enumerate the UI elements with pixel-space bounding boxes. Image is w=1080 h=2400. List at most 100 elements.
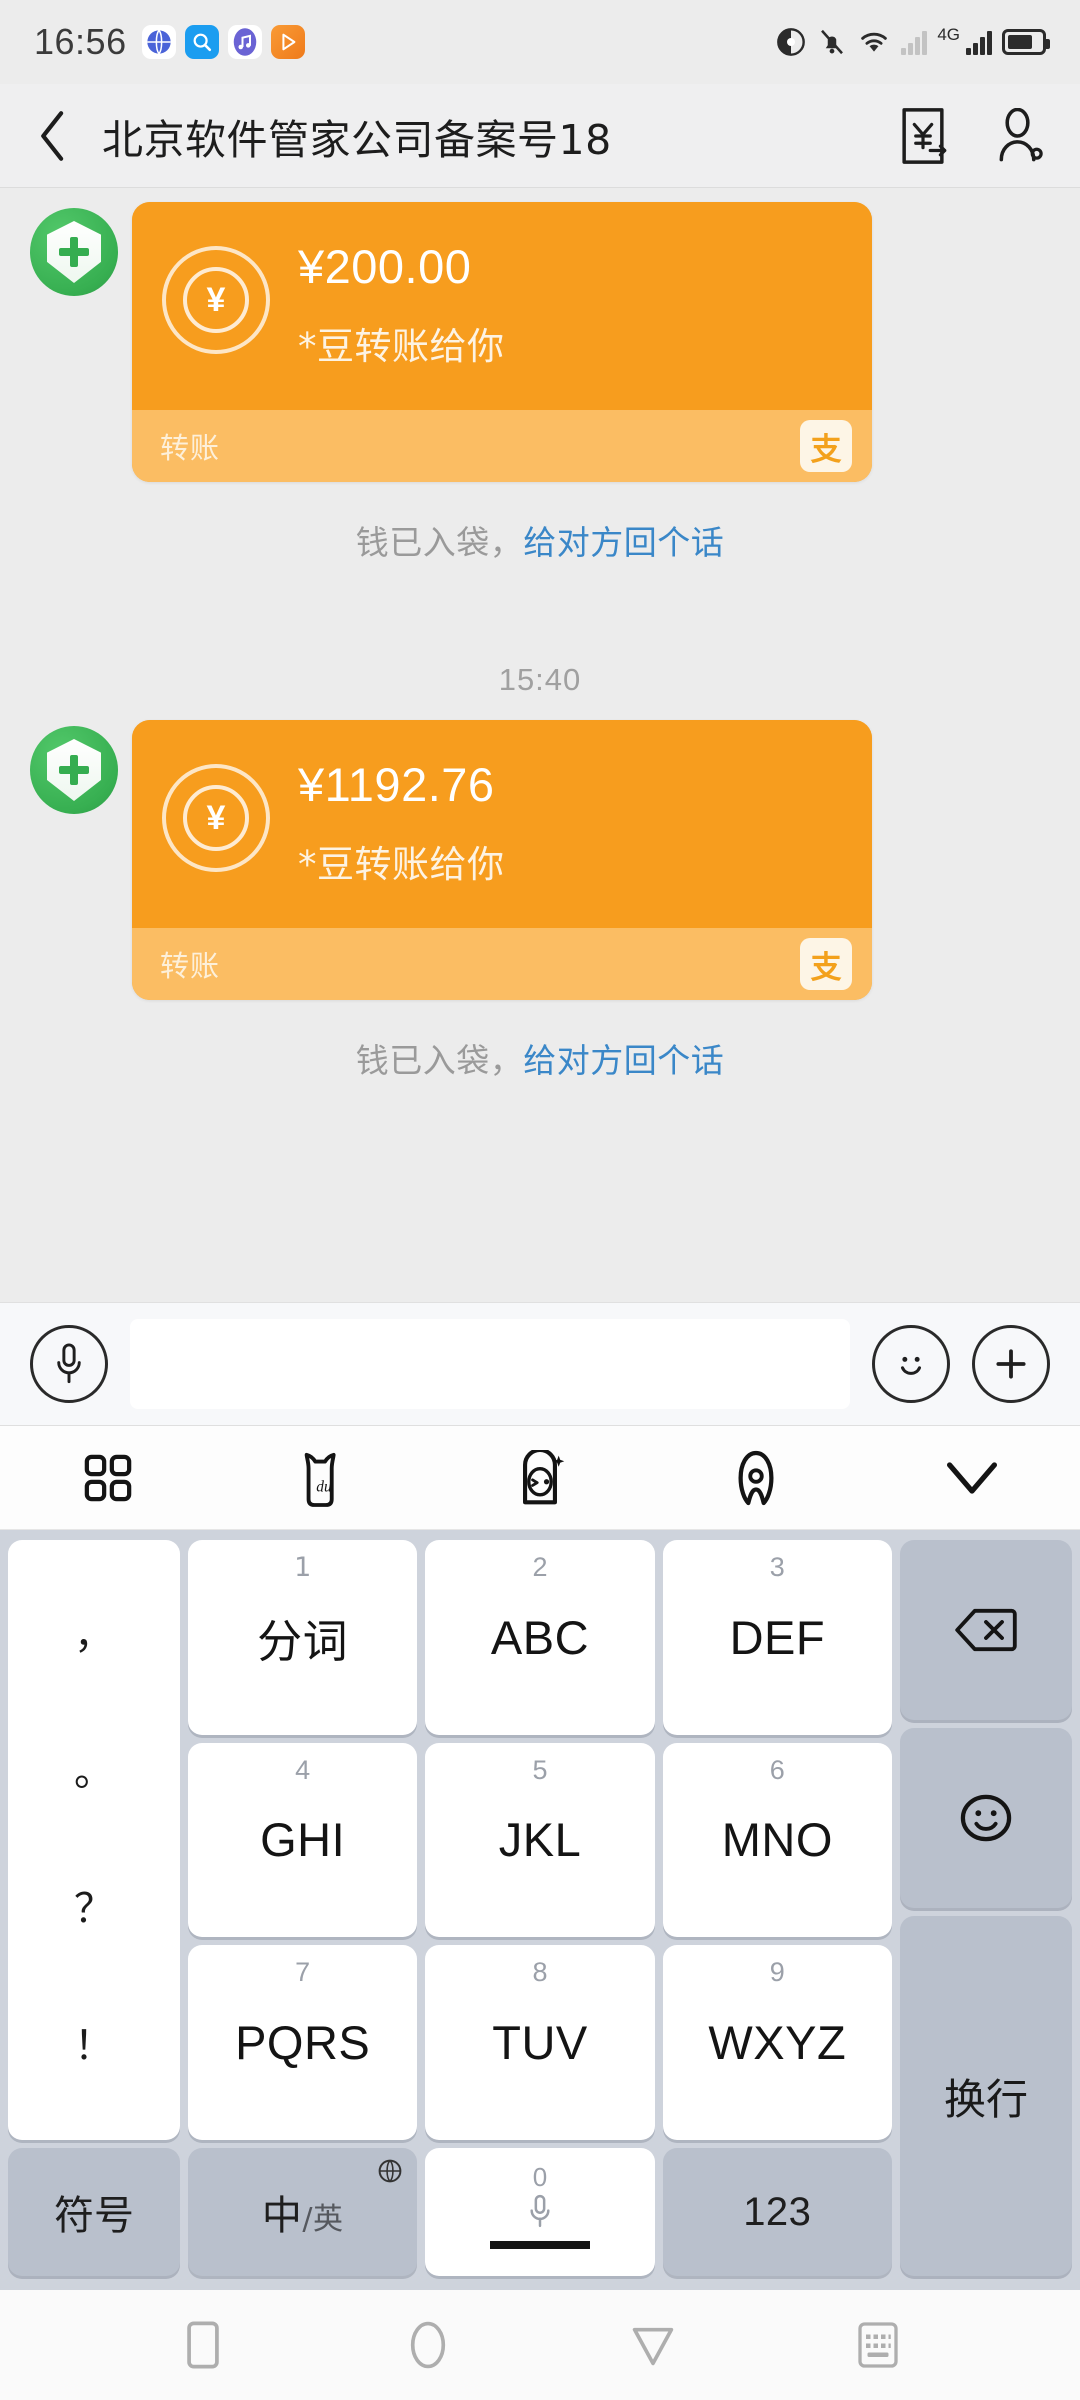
key-5[interactable]: 5 JKL	[425, 1742, 655, 1938]
key-label: PQRS	[235, 2016, 371, 2070]
du-mascot-icon[interactable]: du	[269, 1433, 379, 1523]
status-time: 16:56	[34, 21, 127, 62]
header-actions	[896, 107, 1046, 165]
punct-exclaim[interactable]: ！	[74, 2026, 114, 2066]
key-number: 7	[295, 1957, 311, 1988]
enter-newline-key[interactable]: 换行	[900, 1916, 1072, 2276]
smiley-icon[interactable]	[872, 1325, 950, 1403]
transfer-card-body: ¥ ¥200.00 *豆转账给你	[132, 202, 872, 411]
key-4[interactable]: 4 GHI	[188, 1742, 418, 1938]
key-9[interactable]: 9 WXYZ	[662, 1945, 892, 2140]
avatar[interactable]	[30, 208, 118, 296]
avatar[interactable]	[30, 726, 118, 815]
system-navigation-bar	[0, 2290, 1080, 2400]
key-3[interactable]: 3 DEF	[662, 1540, 892, 1735]
smiley-icon[interactable]	[900, 1728, 1072, 1908]
phone-screen: 16:56 4G 北京软件管家公司备案号18 ¥ ¥200.00 *豆转账给你 …	[0, 0, 1080, 2400]
music-icon	[227, 25, 262, 59]
transfer-footer-label: 转账	[160, 431, 221, 466]
key-8[interactable]: 8 TUV	[425, 1945, 655, 2140]
shield-plus-icon	[47, 221, 101, 283]
keyboard-icon[interactable]	[833, 2305, 923, 2385]
page-title: 北京软件管家公司备案号18	[102, 115, 612, 164]
signal-bars-secondary-icon	[901, 29, 928, 55]
message-status: 钱已入袋，给对方回个话	[0, 1034, 1080, 1082]
key-label: GHI	[260, 1813, 346, 1867]
yuan-transfer-icon[interactable]	[896, 107, 950, 165]
transfer-note: *豆转账给你	[298, 843, 505, 887]
microphone-icon[interactable]	[30, 1325, 108, 1403]
symbol-key[interactable]: 符号	[8, 2148, 180, 2276]
transfer-card[interactable]: ¥ ¥1192.76 *豆转账给你 转账 支	[132, 720, 872, 1001]
key-label: WXYZ	[708, 2016, 847, 2070]
key-number: 6	[769, 1754, 785, 1785]
browser-icon	[141, 25, 176, 59]
backspace-delete-icon[interactable]	[900, 1540, 1072, 1720]
key-6[interactable]: 6 MNO	[662, 1742, 892, 1938]
key-number: 0	[532, 2162, 548, 2192]
home-circle-icon[interactable]	[383, 2305, 473, 2385]
person-voice-icon[interactable]	[701, 1433, 811, 1523]
contact-person-icon[interactable]	[992, 107, 1046, 165]
punct-period[interactable]: 。	[74, 1752, 114, 1792]
alipay-brand-icon: 支	[800, 938, 852, 991]
bell-muted-icon	[817, 26, 847, 58]
punctuation-key[interactable]: ， 。 ？ ！	[8, 1540, 180, 2140]
key-number: 9	[769, 1957, 785, 1988]
key-label: JKL	[498, 1813, 582, 1867]
lang-primary: 中	[261, 2193, 303, 2239]
key-number: 5	[532, 1754, 548, 1785]
key-2[interactable]: 2 ABC	[425, 1540, 655, 1735]
key-label: 分词	[257, 1614, 349, 1668]
key-label: 123	[743, 2189, 812, 2234]
status-bar-right: 4G	[775, 26, 1050, 58]
back-chevron-icon[interactable]	[30, 110, 76, 161]
video-icon	[270, 25, 305, 59]
svg-text:du: du	[316, 1478, 332, 1495]
key-number: 3	[769, 1552, 785, 1582]
transfer-card-footer: 转账 支	[132, 410, 872, 483]
numeric-mode-key[interactable]: 123	[662, 2148, 892, 2276]
search-icon	[184, 25, 219, 59]
shield-plus-icon	[47, 739, 101, 802]
key-label: 中/英	[262, 2183, 344, 2241]
grid-apps-icon[interactable]	[53, 1433, 163, 1523]
transfer-amount: ¥1192.76	[298, 758, 495, 812]
transfer-card[interactable]: ¥ ¥200.00 *豆转账给你 转账 支	[132, 202, 872, 483]
keyboard-toolbar: du	[0, 1426, 1080, 1530]
transfer-card-footer: 转账 支	[132, 928, 872, 1001]
key-label: TUV	[492, 2016, 588, 2070]
key-label: ABC	[490, 1610, 590, 1664]
reply-link[interactable]: 给对方回个话	[523, 1041, 724, 1080]
transfer-card-body: ¥ ¥1192.76 *豆转账给你	[132, 720, 872, 929]
spacebar-indicator	[489, 2240, 590, 2249]
punct-question[interactable]: ？	[74, 1889, 114, 1929]
punct-comma[interactable]: ，	[74, 1615, 114, 1655]
plus-icon[interactable]	[972, 1325, 1050, 1403]
keyboard-main-grid: 1 分词 2 ABC 3 DEF 4 GHI 5 JKL 6 MNO 7 PQR…	[188, 1540, 892, 2276]
globe-icon	[377, 2158, 403, 2188]
battery-icon	[1002, 29, 1050, 55]
sticker-face-icon[interactable]	[485, 1433, 595, 1523]
back-triangle-icon[interactable]	[608, 2305, 698, 2385]
keyboard-right-column: 换行	[900, 1540, 1072, 2276]
key-1[interactable]: 1 分词	[188, 1540, 418, 1735]
app-header: 北京软件管家公司备案号18	[0, 84, 1080, 188]
eye-icon	[775, 26, 807, 58]
yuan-exchange-icon: ¥	[162, 764, 270, 873]
search-input[interactable]	[130, 1319, 850, 1409]
message-status-text: 钱已入袋，	[355, 1041, 524, 1081]
key-7[interactable]: 7 PQRS	[188, 1945, 418, 2140]
transfer-amount: ¥200.00	[298, 240, 472, 293]
recents-square-icon[interactable]	[158, 2305, 248, 2385]
microphone-icon	[527, 2194, 553, 2235]
reply-link[interactable]: 给对方回个话	[523, 523, 724, 562]
onscreen-keyboard: ， 。 ？ ！ 符号 1 分词 2 ABC 3 DEF 4 GHI 5 JKL …	[0, 1530, 1080, 2290]
chat-message-list[interactable]: ¥ ¥200.00 *豆转账给你 转账 支 钱已入袋，给对方回个话 15:40	[0, 188, 1080, 1302]
space-key[interactable]: 0	[425, 2148, 655, 2276]
chevron-down-collapse-icon[interactable]	[917, 1433, 1027, 1523]
chat-message: ¥ ¥200.00 *豆转账给你 转账 支	[0, 202, 1080, 483]
language-toggle-key[interactable]: 中/英	[188, 2148, 418, 2276]
message-status-text: 钱已入袋，	[355, 523, 524, 563]
key-label: MNO	[721, 1813, 833, 1867]
